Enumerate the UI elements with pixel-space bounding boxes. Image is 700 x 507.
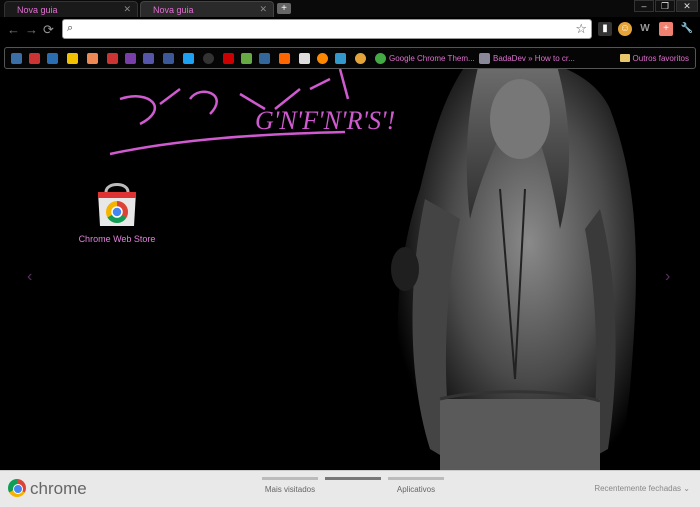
bookmark-icon[interactable]	[317, 53, 328, 64]
ntp-footer: chrome Mais visitados Aplicativos Recent…	[0, 470, 700, 507]
address-input[interactable]	[81, 21, 561, 39]
toolbar: ← → ⟳ ⌕ ☆ ▮ ☺ W + 🔧	[0, 17, 700, 43]
tab-nova-guia[interactable]: Nova guia ✕	[140, 1, 274, 17]
section-label: Mais visitados	[264, 485, 316, 494]
bookmark-icon[interactable]	[29, 53, 40, 64]
facebook-icon[interactable]	[163, 53, 174, 64]
bookmark-icon[interactable]	[107, 53, 118, 64]
w-extension-icon[interactable]: W	[638, 22, 652, 36]
section-apps[interactable]: Aplicativos	[388, 477, 444, 494]
omnibox[interactable]: ⌕ ☆	[62, 19, 592, 39]
app-label: Chrome Web Store	[78, 234, 156, 244]
bookmark-icon[interactable]	[143, 53, 154, 64]
section-indicator	[388, 477, 444, 480]
search-icon: ⌕	[67, 22, 74, 34]
bookmark-icon[interactable]	[241, 53, 252, 64]
next-page-arrow-icon[interactable]: ›	[665, 268, 670, 286]
blogger-icon[interactable]	[279, 53, 290, 64]
reload-icon[interactable]: ⟳	[43, 22, 54, 38]
bookmark-badadev[interactable]: BadaDev » How to cr...	[493, 54, 575, 63]
forward-icon[interactable]: →	[25, 22, 38, 37]
bookmark-icon[interactable]	[259, 53, 270, 64]
chrome-logo-icon	[8, 479, 26, 497]
section-indicator	[325, 477, 381, 480]
chrome-icon[interactable]	[375, 53, 386, 64]
tab-close-icon[interactable]: ✕	[123, 4, 131, 15]
other-bookmarks-button[interactable]: Outros favoritos	[619, 54, 689, 63]
tab-close-icon[interactable]: ✕	[259, 4, 267, 15]
chrome-web-store-icon	[94, 180, 140, 228]
app-tile-chrome-web-store[interactable]: Chrome Web Store	[70, 180, 164, 244]
stats-extension-icon[interactable]: ▮	[598, 22, 612, 36]
browser-window: Nova guia ✕ Nova guia ✕ + – ❐ ✕ ← → ⟳ ⌕ …	[0, 0, 700, 507]
tab-title: Nova guia	[153, 5, 194, 15]
bookmark-icon[interactable]	[355, 53, 366, 64]
theme-artwork: G'N'F'N'R'S'!	[0, 56, 700, 471]
bookmark-google-chrome-themes[interactable]: Google Chrome Them...	[389, 54, 475, 63]
bookmark-icon[interactable]	[125, 53, 136, 64]
bookmark-icon[interactable]	[11, 53, 22, 64]
bookmarks-bar: Google Chrome Them... BadaDev » How to c…	[4, 47, 696, 69]
recently-closed-menu[interactable]: Recentemente fechadas ⌄	[594, 484, 690, 493]
section-most-visited[interactable]: Mais visitados	[262, 477, 318, 494]
section-active-indicator[interactable]	[325, 477, 381, 485]
bookmark-icon[interactable]	[67, 53, 78, 64]
section-indicator	[262, 477, 318, 480]
bookmark-icon[interactable]	[203, 53, 214, 64]
section-label: Aplicativos	[396, 485, 436, 494]
previous-page-arrow-icon[interactable]: ‹	[27, 268, 32, 286]
bookmark-icon[interactable]	[479, 53, 490, 64]
chrome-logo: chrome	[8, 479, 87, 499]
bookmark-star-icon[interactable]: ☆	[575, 21, 587, 37]
tab-title: Nova guia	[17, 5, 58, 15]
wrench-menu-icon[interactable]: 🔧	[680, 22, 694, 36]
back-icon[interactable]: ←	[7, 22, 20, 37]
minimize-button[interactable]: –	[634, 0, 654, 12]
twitter-icon[interactable]	[183, 53, 194, 64]
wikipedia-icon[interactable]	[299, 53, 310, 64]
theme-background-illustration: G'N'F'N'R'S'!	[109, 56, 636, 471]
youtube-icon[interactable]	[223, 53, 234, 64]
tab-nova-guia-active[interactable]: Nova guia ✕	[4, 1, 138, 17]
plus-extension-icon[interactable]: +	[659, 22, 673, 36]
new-tab-button[interactable]: +	[277, 3, 291, 14]
bookmark-icon[interactable]	[87, 53, 98, 64]
tab-strip: Nova guia ✕ Nova guia ✕ + – ❐ ✕	[0, 0, 700, 17]
folder-icon	[619, 54, 630, 62]
translate-icon[interactable]	[335, 53, 346, 64]
smiley-extension-icon[interactable]: ☺	[618, 22, 632, 36]
artwork-graffiti-text: G'N'F'N'R'S'!	[255, 106, 395, 135]
restore-button[interactable]: ❐	[655, 0, 675, 12]
bookmark-icon[interactable]	[47, 53, 58, 64]
close-window-button[interactable]: ✕	[676, 0, 698, 12]
